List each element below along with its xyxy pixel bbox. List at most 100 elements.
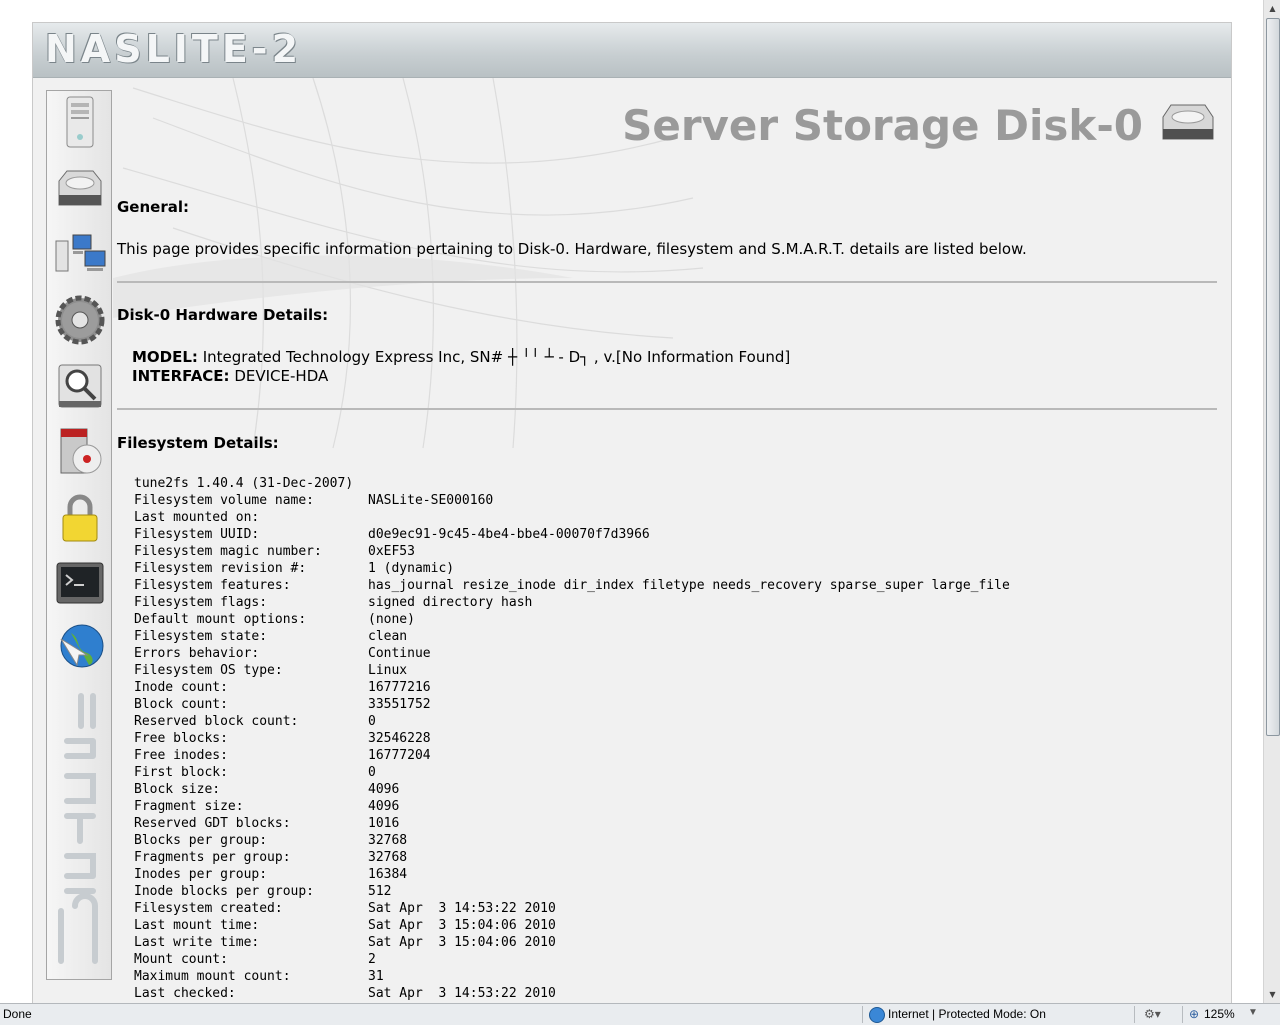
fs-detail-value: 32546228	[368, 731, 431, 746]
fs-detail-row: Mount count: 2	[134, 951, 1010, 968]
fs-detail-key: Default mount options:	[134, 612, 307, 627]
fs-detail-key: First block:	[134, 765, 228, 780]
gear-icon[interactable]	[53, 293, 107, 347]
fs-detail-key: Block size:	[134, 782, 221, 797]
fs-detail-key: Filesystem created:	[134, 901, 283, 916]
fs-detail-value: Sat Apr 3 14:53:22 2010	[368, 901, 556, 916]
terminal-icon[interactable]	[53, 557, 107, 611]
hard-disk-icon	[1162, 104, 1214, 140]
disk-burn-icon[interactable]	[53, 425, 107, 479]
fs-detail-value: d0e9ec91-9c45-4be4-bbe4-00070f7d3966	[368, 527, 650, 542]
fs-detail-key: Filesystem revision #:	[134, 561, 307, 576]
fs-detail-key: Last write time:	[134, 935, 260, 950]
fs-detail-value: 0xEF53	[368, 544, 415, 559]
filesystem-details: tune2fs 1.40.4 (31-Dec-2007) Filesystem …	[134, 475, 1010, 1003]
page-frame: NASLITE-2 Server Storage Disk-0 General:…	[32, 22, 1232, 1004]
naslite-logo: NASLITE-2	[45, 27, 303, 71]
fs-detail-value: 1016	[368, 816, 400, 831]
fs-detail-key: Mount count:	[134, 952, 228, 967]
fs-detail-row: Filesystem OS type: Linux	[134, 662, 1010, 679]
fs-detail-value: 4096	[368, 782, 400, 797]
fs-detail-value: signed directory hash	[368, 595, 533, 610]
fs-detail-value: Linux	[368, 663, 408, 678]
fs-detail-row: Default mount options: (none)	[134, 611, 1010, 628]
interface-label: INTERFACE:	[132, 367, 230, 385]
fs-detail-value: NASLite-SE000160	[368, 493, 494, 508]
fs-detail-value: 33551752	[368, 697, 431, 712]
scroll-up-arrow-icon[interactable]: ▲	[1264, 0, 1280, 17]
filesystem-heading: Filesystem Details:	[117, 434, 279, 452]
fs-detail-row: Free blocks: 32546228	[134, 730, 1010, 747]
fs-detail-key: Inode blocks per group:	[134, 884, 315, 899]
fs-detail-row: Inodes per group: 16384	[134, 866, 1010, 883]
fs-detail-key: Free inodes:	[134, 748, 228, 763]
content-area: Server Storage Disk-0 General: This page…	[117, 83, 1217, 1003]
settings-icon[interactable]: ⚙▾	[1144, 1007, 1161, 1021]
disk-search-icon[interactable]	[53, 359, 107, 413]
fs-detail-key: Filesystem OS type:	[134, 663, 283, 678]
fs-detail-row: Filesystem flags: signed directory hash	[134, 594, 1010, 611]
fs-detail-row: Filesystem magic number: 0xEF53	[134, 543, 1010, 560]
fs-detail-row: Filesystem created: Sat Apr 3 14:53:22 20…	[134, 900, 1010, 917]
fs-detail-key: Blocks per group:	[134, 833, 268, 848]
scroll-down-arrow-icon[interactable]: ▼	[1264, 986, 1280, 1003]
fs-detail-key: Filesystem volume name:	[134, 493, 315, 508]
globe-icon	[869, 1007, 885, 1023]
fs-detail-key: Filesystem state:	[134, 629, 268, 644]
fs-detail-value: has_journal resize_inode dir_index filet…	[368, 578, 1010, 593]
fs-detail-row: Maximum mount count: 31	[134, 968, 1010, 985]
fs-detail-value: 0	[368, 714, 376, 729]
hard-disk-icon[interactable]	[53, 163, 107, 217]
fs-detail-row: Blocks per group: 32768	[134, 832, 1010, 849]
fs-detail-key: Maximum mount count:	[134, 969, 291, 984]
fs-detail-row: Free inodes: 16777204	[134, 747, 1010, 764]
zoom-level[interactable]: 125%	[1204, 1007, 1235, 1021]
fs-detail-value: 16777204	[368, 748, 431, 763]
fs-detail-value: (none)	[368, 612, 415, 627]
general-description: This page provides specific information …	[117, 240, 1027, 258]
divider	[1134, 1006, 1135, 1023]
fs-detail-key: Filesystem UUID:	[134, 527, 260, 542]
fs-detail-key: Errors behavior:	[134, 646, 260, 661]
fs-detail-key: Fragments per group:	[134, 850, 291, 865]
fs-detail-value: 31	[368, 969, 384, 984]
divider	[117, 408, 1217, 410]
fs-detail-value: Sat Apr 3 15:04:06 2010	[368, 935, 556, 950]
fs-detail-key: Free blocks:	[134, 731, 228, 746]
browser-status-bar: Done Internet | Protected Mode: On ⚙▾ ⊕ …	[0, 1003, 1280, 1025]
fs-detail-key: Filesystem features:	[134, 578, 291, 593]
fs-detail-row: Block count: 33551752	[134, 696, 1010, 713]
interface-line: INTERFACE: DEVICE-HDA	[132, 367, 328, 385]
fs-detail-row: Inode blocks per group: 512	[134, 883, 1010, 900]
server-tower-icon[interactable]	[53, 95, 107, 149]
fs-detail-row: Reserved GDT blocks: 1016	[134, 815, 1010, 832]
padlock-icon[interactable]	[53, 491, 107, 545]
zoom-dropdown-icon[interactable]: ▼	[1248, 1007, 1258, 1018]
network-computers-icon[interactable]	[53, 229, 107, 283]
fs-detail-value: 1 (dynamic)	[368, 561, 455, 576]
fs-detail-key: Reserved GDT blocks:	[134, 816, 291, 831]
divider	[117, 281, 1217, 283]
fs-detail-key: Last mount time:	[134, 918, 260, 933]
fs-detail-row: Last mounted on:	[134, 509, 1010, 526]
navigation-rail	[46, 90, 112, 980]
fs-detail-value: Sat Apr 3 15:04:06 2010	[368, 918, 556, 933]
scrollbar-thumb[interactable]	[1266, 18, 1280, 736]
rail-wordmark-logo	[58, 693, 98, 964]
fs-detail-row: Inode count: 16777216	[134, 679, 1010, 696]
fs-detail-row: Filesystem features: has_journal resize_i…	[134, 577, 1010, 594]
general-heading: General:	[117, 198, 189, 216]
fs-detail-key: Filesystem flags:	[134, 595, 268, 610]
page-title: Server Storage Disk-0	[622, 101, 1143, 150]
fs-detail-key: Block count:	[134, 697, 228, 712]
fs-detail-value: Continue	[368, 646, 431, 661]
zoom-icon[interactable]: ⊕	[1189, 1007, 1199, 1021]
security-zone[interactable]: Internet | Protected Mode: On	[888, 1007, 1046, 1021]
fs-detail-value: 4096	[368, 799, 400, 814]
fs-detail-value: 0	[368, 765, 376, 780]
fs-detail-value: 32768	[368, 833, 408, 848]
model-line: MODEL: Integrated Technology Express Inc…	[132, 348, 790, 366]
vertical-scrollbar[interactable]: ▲ ▼	[1263, 0, 1280, 1003]
fs-detail-key: Inode count:	[134, 680, 228, 695]
globe-cursor-icon[interactable]	[53, 619, 107, 673]
